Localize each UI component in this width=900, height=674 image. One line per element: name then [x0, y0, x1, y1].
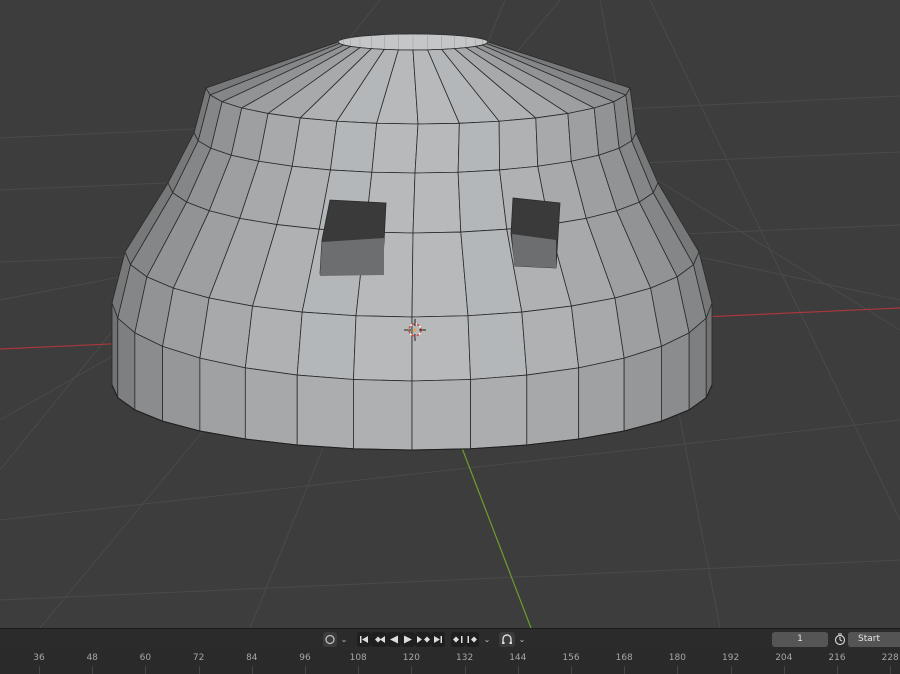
mesh-face	[117, 317, 136, 411]
mesh-face	[291, 117, 338, 171]
y-axis-line	[461, 447, 532, 628]
mesh-face	[411, 379, 471, 451]
dome-mesh[interactable]	[111, 33, 713, 451]
ruler-tick	[517, 666, 519, 674]
timeline-ruler[interactable]: 36 48 60 72 84 96 108 120 132 144 156 168 180 192 204 2…	[0, 650, 900, 674]
mesh-face	[705, 302, 713, 398]
ruler-tick	[411, 666, 413, 674]
ruler-tick-label: 156	[562, 653, 580, 663]
ruler-tick	[783, 666, 785, 674]
mesh-hole-inner	[512, 234, 556, 268]
play-icon[interactable]	[401, 632, 415, 647]
mesh-face	[353, 315, 413, 382]
ruler-tick	[39, 666, 40, 674]
ruler-tick-label: 216	[828, 653, 846, 663]
ruler-tick-label: 48	[86, 653, 98, 663]
mesh-face	[526, 367, 580, 446]
3d-viewport[interactable]	[0, 0, 900, 628]
ruler-tick-label: 60	[139, 653, 152, 663]
previous-keyframe-icon[interactable]	[371, 632, 387, 647]
mesh-face	[411, 315, 471, 382]
preview-range-icon[interactable]	[832, 632, 848, 647]
ruler-tick-label: 144	[509, 653, 527, 663]
ruler-tick-label: 36	[33, 653, 45, 663]
play-reverse-icon[interactable]	[387, 632, 401, 647]
ruler-tick	[251, 666, 253, 674]
mesh-face	[353, 379, 413, 451]
mesh-face	[578, 357, 625, 440]
jump-to-end-icon[interactable]	[431, 632, 445, 647]
mesh-face	[688, 317, 707, 411]
auto-keying-icon[interactable]	[499, 632, 515, 647]
ruler-tick	[145, 666, 147, 674]
ruler-tick-label: 96	[299, 653, 311, 663]
ruler-tick	[890, 666, 892, 674]
jump-to-start-icon[interactable]	[357, 632, 371, 647]
ruler-tick	[464, 666, 466, 674]
mesh-face	[567, 107, 600, 162]
mesh-face	[134, 332, 163, 422]
ruler-tick-label: 204	[775, 653, 793, 663]
chevron-down-icon[interactable]: ⌄	[482, 633, 492, 646]
mesh-face	[371, 122, 419, 174]
mesh-face	[470, 374, 528, 450]
grid-line	[0, 559, 900, 601]
chevron-down-icon[interactable]: ⌄	[339, 633, 349, 646]
mesh-face	[414, 122, 460, 174]
ruler-tick-label: 168	[615, 653, 633, 663]
ruler-tick	[837, 666, 838, 674]
mesh-face	[412, 171, 462, 234]
ruler-tick	[198, 666, 200, 674]
mesh-face	[162, 345, 201, 432]
blender-window: ⌄ ⌄ ⌄ 1 Start 36 48 60 72 84 96 108 120 …	[0, 0, 900, 674]
mesh-hole-inner	[320, 238, 384, 276]
mesh-face	[535, 113, 572, 167]
current-frame-field[interactable]: 1	[772, 632, 828, 647]
mesh-face	[199, 297, 253, 369]
mesh-face	[329, 120, 378, 173]
ruler-tick-label: 120	[402, 653, 420, 663]
mesh-face	[661, 332, 690, 422]
mesh-face	[111, 302, 119, 398]
mesh-face	[467, 311, 528, 380]
mesh-face	[244, 305, 303, 376]
start-frame-field[interactable]: Start	[848, 632, 900, 647]
ruler-tick	[92, 666, 94, 674]
ruler-tick-label: 228	[881, 653, 899, 663]
circle-icon[interactable]	[323, 632, 337, 647]
ruler-tick-label: 108	[349, 653, 367, 663]
ruler-tick	[624, 666, 626, 674]
ruler-tick-label: 72	[192, 653, 205, 663]
chevron-down-icon[interactable]: ⌄	[517, 633, 527, 646]
ruler-tick	[730, 666, 732, 674]
timeline-header: ⌄ ⌄ ⌄ 1 Start	[0, 628, 900, 650]
mesh-face	[411, 231, 469, 318]
mesh-face	[521, 305, 580, 376]
mesh-face	[457, 169, 508, 233]
ruler-tick-label: 84	[246, 653, 258, 663]
mesh-face	[623, 345, 662, 432]
next-keyframe-icon[interactable]	[415, 632, 431, 647]
keyframe-left-icon[interactable]	[451, 632, 465, 647]
ruler-tick	[571, 666, 572, 674]
ruler-tick-label: 132	[456, 653, 474, 663]
mesh-face	[296, 374, 354, 450]
mesh-face	[244, 367, 298, 446]
viewport-canvas[interactable]	[0, 0, 900, 628]
ruler-tick-label: 180	[668, 653, 686, 663]
ruler-tick	[358, 666, 360, 674]
ruler-tick-label: 192	[722, 653, 740, 663]
keyframe-right-icon[interactable]	[465, 632, 479, 647]
mesh-face	[457, 120, 500, 173]
mesh-face	[498, 117, 539, 171]
mesh-face	[296, 311, 357, 380]
mesh-face	[199, 357, 246, 440]
ruler-tick	[677, 666, 679, 674]
ruler-tick	[305, 666, 306, 674]
